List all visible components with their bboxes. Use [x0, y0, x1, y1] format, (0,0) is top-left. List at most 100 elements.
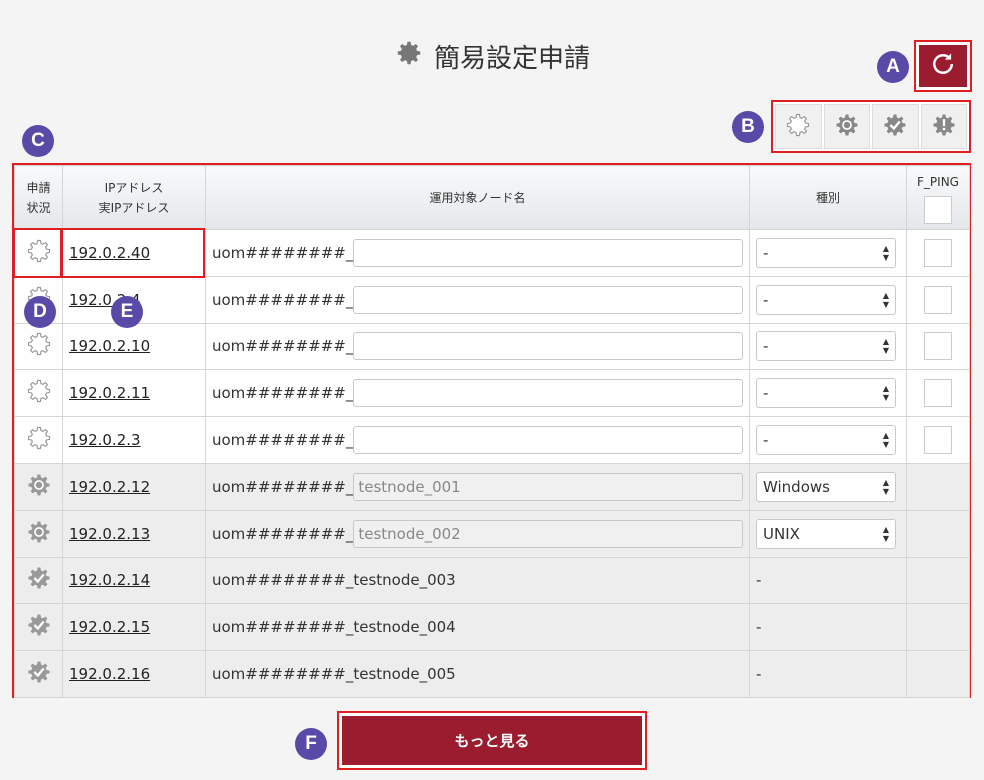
type-select[interactable]: UNIX ▲ ▼ [756, 518, 896, 549]
ip-cell: 192.0.2.15 [62, 603, 206, 652]
gear-alert-icon [930, 111, 958, 143]
ip-link[interactable]: 192.0.2.13 [69, 525, 150, 543]
type-select[interactable]: - ▲ ▼ [756, 425, 896, 456]
node-name-input[interactable] [353, 285, 743, 314]
select-arrow-icon: ▲ ▼ [882, 524, 889, 543]
filter-pending-button[interactable] [775, 104, 822, 149]
node-name-input[interactable] [353, 238, 743, 267]
ip-cell: 192.0.2.16 [62, 650, 206, 698]
filter-processing-button[interactable] [823, 104, 870, 149]
select-arrow-icon: ▲ ▼ [882, 243, 889, 262]
gear-sync-icon [25, 474, 53, 503]
ip-link[interactable]: 192.0.2.10 [69, 337, 150, 355]
node-name: testnode_004 [353, 618, 456, 637]
type-cell: - ▲ ▼ [749, 369, 907, 418]
fping-checkbox[interactable] [924, 332, 952, 361]
ip-link[interactable]: 192.0.2.3 [69, 431, 141, 449]
type-value: - [756, 571, 762, 590]
status-cell [14, 650, 63, 698]
ip-link[interactable]: 192.0.2.12 [69, 478, 150, 496]
type-select-value: Windows [763, 477, 830, 496]
fping-checkbox[interactable] [924, 285, 952, 314]
ip-link[interactable]: 192.0.2.15 [69, 618, 150, 636]
type-select[interactable]: - ▲ ▼ [756, 284, 896, 315]
fping-cell [906, 462, 970, 511]
node-prefix: uom########_ [212, 524, 354, 543]
fping-cell [906, 229, 970, 277]
type-select[interactable]: Windows ▲ ▼ [756, 471, 896, 502]
node-name-input[interactable] [353, 426, 743, 455]
node-prefix: uom########_ [212, 431, 354, 450]
node-cell: uom########_ [205, 275, 750, 324]
node-cell: uom########_ testnode_005 [205, 650, 750, 698]
select-arrow-icon: ▲ ▼ [882, 337, 889, 356]
table-row: 192.0.2.15 uom########_ testnode_004 - [14, 603, 970, 652]
node-cell: uom########_ [205, 462, 750, 511]
table-row: 192.0.2.14 uom########_ testnode_003 - [14, 556, 970, 605]
filter-error-button[interactable] [920, 104, 967, 149]
load-more-button[interactable]: もっと見る [337, 711, 647, 770]
ip-cell: 192.0.2.12 [62, 462, 206, 511]
fping-checkbox[interactable] [924, 238, 952, 267]
node-prefix: uom########_ [212, 384, 354, 403]
node-name-input [353, 472, 743, 501]
node-name-input[interactable] [353, 332, 743, 361]
status-cell [14, 603, 63, 652]
filter-done-button[interactable] [872, 104, 919, 149]
fping-checkbox[interactable] [924, 426, 952, 455]
ip-link[interactable]: 192.0.2.16 [69, 665, 150, 683]
marker-f: F [295, 728, 327, 760]
ip-cell: 192.0.2.3 [62, 416, 206, 464]
table-row: 192.0.2.13 uom########_ UNIX ▲▼ [14, 509, 970, 558]
node-name-input[interactable] [353, 379, 743, 408]
type-value: - [756, 618, 762, 637]
type-cell: - [749, 556, 907, 605]
marker-b: B [732, 111, 764, 143]
fping-checkbox[interactable] [924, 379, 952, 408]
node-prefix: uom########_ [212, 290, 354, 309]
node-cell: uom########_ [205, 229, 750, 277]
table-row: 192.0.2.3 uom########_ - ▲ ▼ [14, 416, 970, 464]
status-cell [14, 322, 63, 371]
table-row: 192.0.2.16 uom########_ testnode_005 - [14, 650, 970, 698]
node-prefix: uom########_ [212, 243, 354, 262]
type-cell: - [749, 650, 907, 698]
refresh-button[interactable] [914, 40, 972, 92]
gear-sync-icon [25, 521, 53, 550]
type-select-value: - [763, 384, 769, 403]
status-cell [14, 369, 63, 418]
type-select[interactable]: - ▲ ▼ [756, 378, 896, 409]
node-cell: uom########_ [205, 369, 750, 418]
fping-cell [906, 556, 970, 605]
refresh-icon [928, 49, 958, 83]
marker-a: A [877, 51, 909, 83]
type-cell: - ▲ ▼ [749, 416, 907, 464]
type-select[interactable]: - ▲ ▼ [756, 331, 896, 362]
gear-outline-icon [25, 426, 53, 456]
gear-check-icon [881, 111, 909, 143]
type-select-value: - [763, 431, 769, 450]
ip-link[interactable]: 192.0.2.14 [69, 571, 150, 589]
node-prefix: uom########_ [212, 337, 354, 356]
type-select[interactable]: - ▲ ▼ [756, 237, 896, 268]
highlight-ip [60, 228, 205, 278]
status-cell [14, 416, 63, 464]
node-name: testnode_003 [353, 571, 456, 590]
type-cell: - [749, 603, 907, 652]
ip-cell: 192.0.2.14 [62, 556, 206, 605]
status-filter-group [771, 100, 971, 153]
node-name: testnode_005 [353, 665, 456, 684]
node-cell: uom########_ testnode_004 [205, 603, 750, 652]
fping-cell [906, 416, 970, 464]
marker-d: D [24, 296, 56, 328]
fping-cell [906, 603, 970, 652]
fping-cell [906, 322, 970, 371]
fping-select-all-checkbox[interactable] [924, 195, 952, 224]
status-cell [14, 509, 63, 558]
status-cell [14, 556, 63, 605]
page-title-area: 簡易設定申請 [0, 38, 984, 75]
type-cell: - ▲ ▼ [749, 275, 907, 324]
node-prefix: uom########_ [212, 477, 354, 496]
ip-link[interactable]: 192.0.2.11 [69, 384, 150, 402]
type-cell: Windows ▲ ▼ [749, 462, 907, 511]
